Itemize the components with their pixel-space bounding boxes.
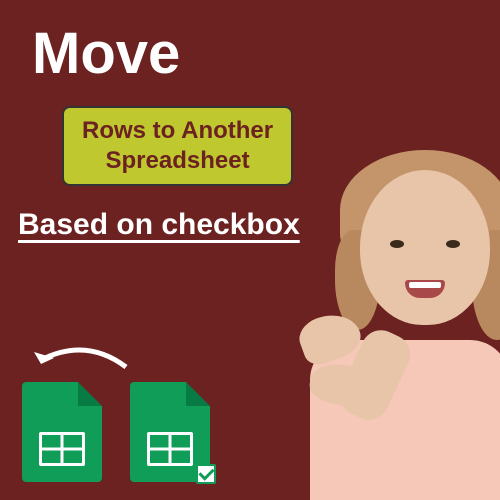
sheets-icon-destination [22, 382, 102, 482]
tagline-text: Based on checkbox [18, 208, 300, 242]
checkbox-icon [196, 464, 216, 484]
subtitle-line-1: Rows to Another [82, 116, 273, 146]
arrow-icon [26, 332, 136, 382]
main-title: Move [32, 20, 180, 87]
subtitle-line-2: Spreadsheet [82, 146, 273, 176]
subtitle-box: Rows to Another Spreadsheet [62, 106, 293, 186]
sheets-icons-group [22, 382, 210, 482]
presenter-image [270, 140, 500, 500]
sheets-icon-source [130, 382, 210, 482]
